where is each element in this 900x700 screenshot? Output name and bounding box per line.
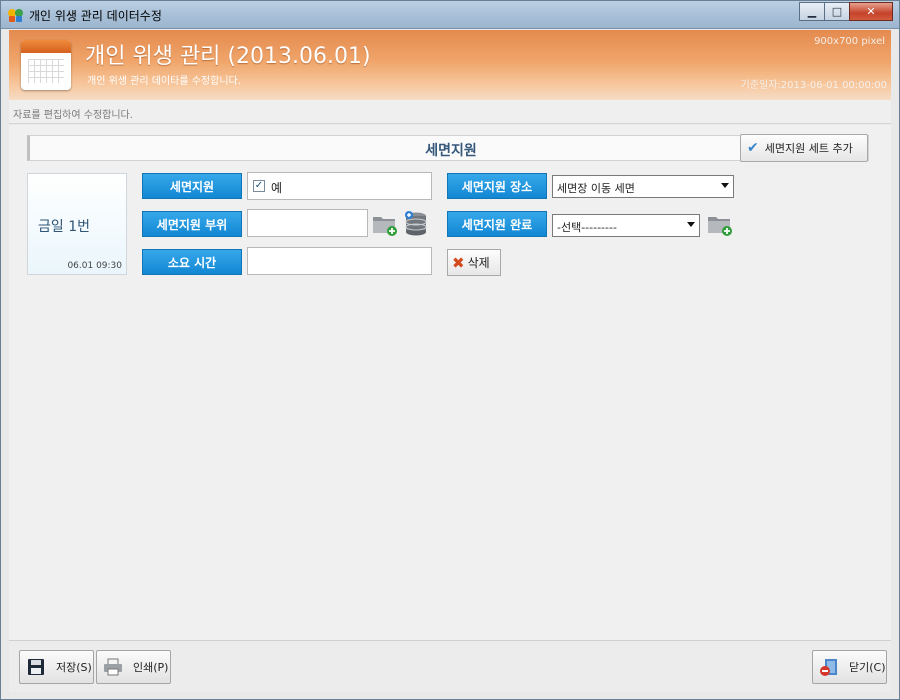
close-window-button[interactable]: ✕ [849, 2, 893, 21]
support-label: 세면지원 [142, 173, 242, 199]
window-controls: ▁ □ ✕ [799, 2, 893, 21]
place-select-value: 세면장 이동 세면 [557, 182, 635, 195]
print-label: 인쇄(P) [133, 661, 169, 674]
check-icon: ✔ [747, 140, 759, 156]
part-input[interactable] [247, 209, 368, 237]
close-label: 닫기(C) [849, 661, 886, 674]
printer-icon [104, 658, 122, 676]
minimize-button[interactable]: ▁ [799, 2, 825, 21]
app-window: 개인 위생 관리 데이터수정 ▁ □ ✕ 개인 위생 관리 (2013.06.0… [0, 0, 900, 700]
header-banner: 개인 위생 관리 (2013.06.01) 개인 위생 관리 데이타를 수정합니… [9, 30, 891, 100]
status-text: 자료를 편집하여 수정합니다. [13, 110, 133, 121]
duration-label: 소요 시간 [142, 249, 242, 275]
save-label: 저장(S) [56, 661, 92, 674]
support-field[interactable]: ✓ 예 [247, 172, 432, 200]
floppy-save-icon [28, 659, 44, 675]
window-title: 개인 위생 관리 데이터수정 [29, 9, 162, 23]
save-button[interactable]: 저장(S) [19, 650, 94, 684]
maximize-button[interactable]: □ [824, 2, 850, 21]
app-icon [8, 9, 23, 22]
page-subtitle: 개인 위생 관리 데이타를 수정합니다. [87, 76, 241, 87]
add-set-label: 세면지원 세트 추가 [764, 142, 853, 155]
duration-input[interactable] [247, 247, 432, 275]
delete-label: 삭제 [467, 256, 490, 270]
complete-select-value: -선택--------- [557, 221, 617, 234]
status-line: 자료를 편집하여 수정합니다. [9, 100, 891, 124]
day-card[interactable]: 금일 1번 06.01 09:30 [27, 173, 127, 275]
close-door-icon [820, 659, 837, 676]
support-checkbox-label: 예 [271, 181, 283, 195]
database-icon[interactable] [403, 211, 429, 237]
place-select[interactable]: 세면장 이동 세면 [552, 175, 734, 198]
support-checkbox[interactable]: ✓ [253, 180, 265, 192]
main-content: 세면지원 ✔ 세면지원 세트 추가 금일 1번 06.01 09:30 세면지원… [9, 125, 891, 640]
print-button[interactable]: 인쇄(P) [96, 650, 171, 684]
calendar-icon [21, 40, 71, 90]
base-date: 기준일자:2013-06-01 00:00:00 [740, 80, 887, 91]
day-card-time: 06.01 09:30 [67, 261, 122, 271]
add-set-button[interactable]: ✔ 세면지원 세트 추가 [740, 134, 868, 162]
pixel-note: 900x700 pixel [814, 36, 885, 47]
delete-x-icon: ✖ [452, 253, 465, 272]
complete-label: 세면지원 완료 [447, 211, 547, 237]
footer-bar: 저장(S) 인쇄(P) 닫기(C) [9, 640, 891, 692]
chevron-down-icon [721, 183, 729, 188]
part-label: 세면지원 부위 [142, 211, 242, 237]
title-bar[interactable]: 개인 위생 관리 데이터수정 ▁ □ ✕ [1, 1, 899, 29]
close-button[interactable]: 닫기(C) [812, 650, 887, 684]
folder-add-icon[interactable] [371, 211, 399, 237]
folder-add-icon[interactable] [706, 211, 734, 237]
day-card-title: 금일 1번 [38, 219, 90, 235]
page-title: 개인 위생 관리 (2013.06.01) [85, 44, 371, 69]
chevron-down-icon [687, 222, 695, 227]
complete-select[interactable]: -선택--------- [552, 214, 700, 237]
delete-button[interactable]: ✖ 삭제 [447, 249, 501, 276]
place-label: 세면지원 장소 [447, 173, 547, 199]
